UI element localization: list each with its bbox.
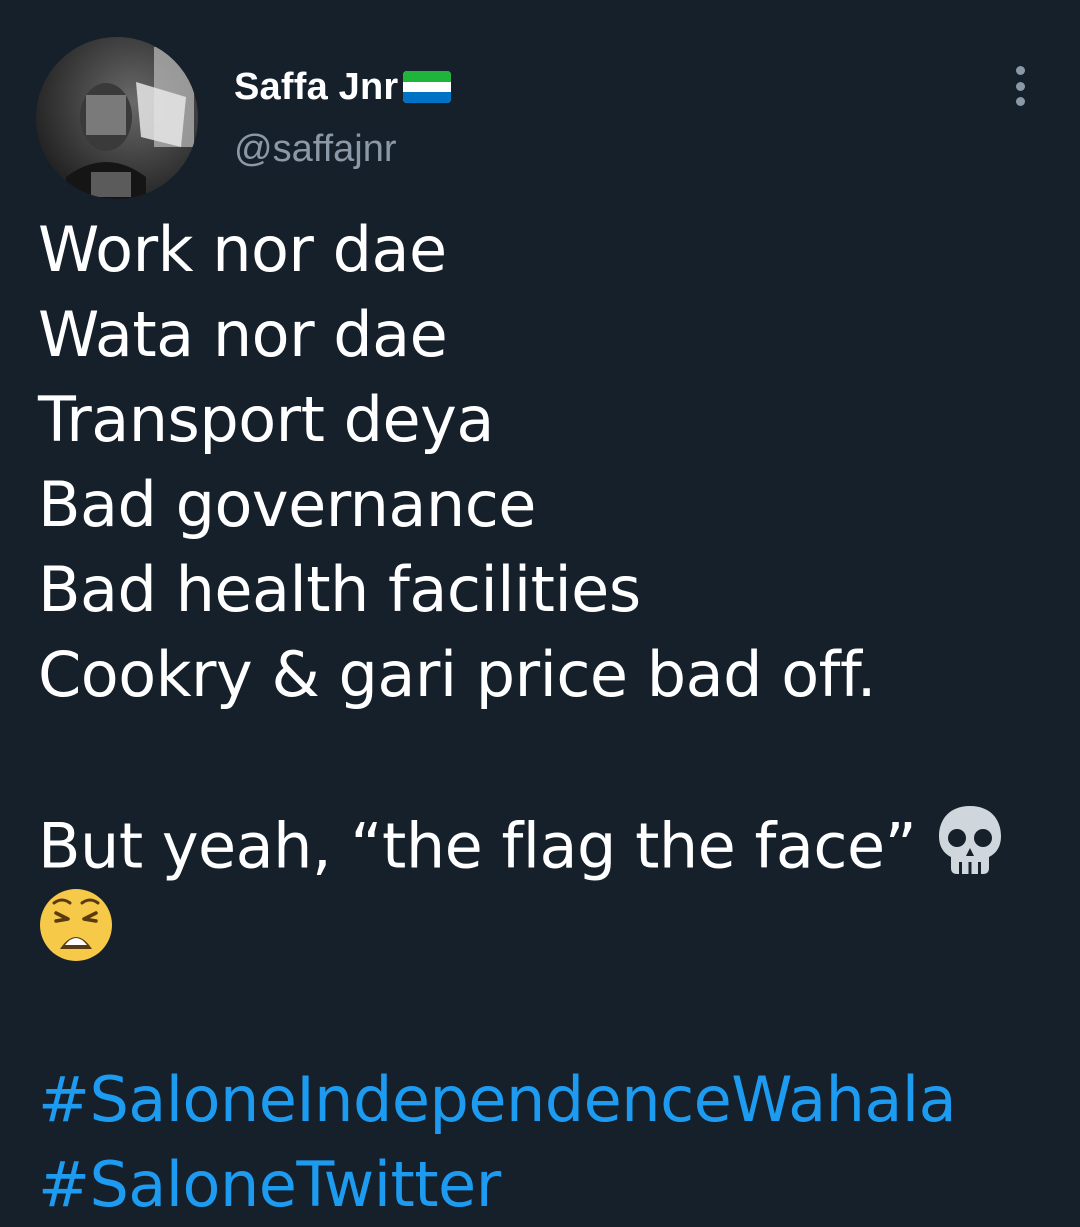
avatar[interactable] [36,37,198,199]
more-dot [1015,81,1025,91]
tweet-line: Cookry & gari price bad off. [38,638,877,711]
skull-emoji-icon [935,802,1005,899]
display-name[interactable]: Saffa Jnr [234,66,398,109]
more-dot [1015,97,1025,106]
user-handle[interactable]: @saffajnr [234,128,452,171]
profile-photo-icon [36,37,198,199]
tweet-text: Work nor dae Wata nor dae Transport deya… [38,207,1048,1227]
hashtag-link[interactable]: #SaloneTwitter [38,1142,1048,1227]
tweet-line: Bad health facilities [38,553,641,626]
author-block[interactable]: Saffa Jnr @saffajnr [234,62,452,171]
more-dot [1015,66,1025,75]
hashtag-link[interactable]: #SaloneIndependenceWahala [38,1057,1048,1142]
tweet-line: Transport deya [38,383,494,456]
tweet-line: Bad governance [38,468,536,541]
sierra-leone-flag-icon [402,70,452,104]
closing-text: But yeah, “the flag the face” [38,809,917,883]
more-vertical-icon[interactable] [1005,62,1035,110]
tweet-line: Wata nor dae [38,298,448,371]
tweet-card: Saffa Jnr @saffajnr Work nor dae Wata no… [0,0,1080,1221]
emoji-line [38,887,1048,972]
tweet-closing-line: But yeah, “the flag the face” [38,802,1048,887]
weary-face-emoji-icon [38,887,114,984]
tweet-line: Work nor dae [38,213,447,286]
